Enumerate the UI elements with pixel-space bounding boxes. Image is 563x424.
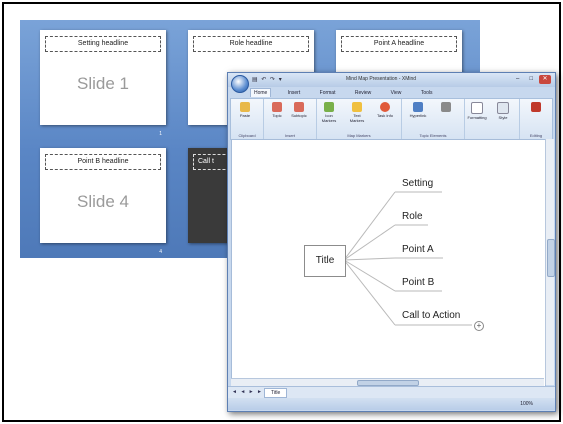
text-marker-icon xyxy=(352,102,362,112)
slide-headline: Point B headline xyxy=(45,154,161,170)
horizontal-scrollbar[interactable] xyxy=(231,378,544,386)
topic-role[interactable]: Role xyxy=(402,211,423,222)
formatting-button[interactable]: Formatting xyxy=(467,102,487,120)
group-topic-elements: Hyperlink Topic Elements xyxy=(402,99,465,139)
title-bar: ▤ ↶ ↷ ▾ Mind Map Presentation - XMind – … xyxy=(228,73,555,87)
icon-markers-label: Icon Markers xyxy=(321,113,337,123)
tab-view[interactable]: View xyxy=(388,89,405,97)
window-controls: – □ ✕ xyxy=(512,75,551,84)
application-menu-button[interactable] xyxy=(231,75,249,93)
topic-icon xyxy=(272,102,282,112)
style-label: Style xyxy=(498,115,508,120)
tab-review[interactable]: Review xyxy=(352,89,374,97)
topic-point-a[interactable]: Point A xyxy=(402,244,434,255)
hyperlink-label: Hyperlink xyxy=(409,113,427,118)
group-label: Editing xyxy=(529,133,543,138)
scroll-thumb[interactable] xyxy=(547,239,555,277)
topic-label: Topic xyxy=(272,113,282,118)
tab-home[interactable]: Home xyxy=(250,88,272,97)
subtopic-button[interactable]: Subtopic xyxy=(289,102,309,118)
slide-thumbnail-4[interactable]: Point B headline Slide 4 4 xyxy=(40,148,166,255)
slide-headline: Role headline xyxy=(193,36,309,52)
sheet-tab-title[interactable]: Title xyxy=(264,388,288,398)
ribbon-tabs: Home Insert Format Review View Tools xyxy=(250,88,448,98)
task-info-button[interactable]: Task Info xyxy=(375,102,395,118)
quick-access-toolbar[interactable]: ▤ ↶ ↷ ▾ xyxy=(252,76,283,83)
slide-number: 1 xyxy=(159,131,162,137)
formatting-label: Formatting xyxy=(467,115,487,120)
formatting-icon xyxy=(471,102,483,114)
tab-tools[interactable]: Tools xyxy=(418,89,436,97)
group-label: Topic Elements xyxy=(419,133,447,138)
text-markers-button[interactable]: Text Markers xyxy=(347,102,367,123)
subtopic-icon xyxy=(294,102,304,112)
clipboard-icon xyxy=(240,102,250,112)
subtopic-label: Subtopic xyxy=(291,113,307,118)
zoom-level[interactable]: 100% xyxy=(520,401,533,407)
slide-placeholder-label: Slide 4 xyxy=(77,192,129,211)
expand-icon[interactable]: + xyxy=(474,321,484,331)
style-icon xyxy=(497,102,509,114)
ribbon: Paste Clipboard Topic Subtopic Insert Ic… xyxy=(230,98,553,140)
connector-role xyxy=(343,224,396,261)
style-button[interactable]: Style xyxy=(493,102,513,120)
minimize-button[interactable]: – xyxy=(512,75,524,84)
tab-format[interactable]: Format xyxy=(317,89,339,97)
close-button[interactable]: ✕ xyxy=(539,75,551,84)
slide-number: 4 xyxy=(159,249,162,255)
group-map-markers: Icon Markers Text Markers Task Info Map … xyxy=(317,99,402,139)
tab-insert[interactable]: Insert xyxy=(285,89,304,97)
sheet-nav-arrows[interactable]: ◄ ◄ ► ► xyxy=(232,389,263,395)
central-topic[interactable]: Title xyxy=(304,245,346,277)
group-insert: Topic Subtopic Insert xyxy=(264,99,317,139)
status-bar: 100% xyxy=(228,398,555,410)
window-title: Mind Map Presentation - XMind xyxy=(346,76,417,82)
group-label: Map Markers xyxy=(347,133,371,138)
vertical-scrollbar[interactable] xyxy=(545,139,555,385)
find-button[interactable] xyxy=(526,102,546,113)
mindmap-window: ▤ ↶ ↷ ▾ Mind Map Presentation - XMind – … xyxy=(227,72,556,412)
task-info-label: Task Info xyxy=(376,113,393,118)
connector-point-a xyxy=(343,257,396,261)
slide-thumbnail-1[interactable]: Setting headline Slide 1 1 xyxy=(40,30,166,137)
connector-lines xyxy=(343,191,472,326)
icon-markers-button[interactable]: Icon Markers xyxy=(319,102,339,123)
group-label: Insert xyxy=(284,133,295,138)
connector-setting xyxy=(343,191,396,261)
pencil-icon xyxy=(441,102,451,112)
delete-icon xyxy=(531,102,541,112)
slide-headline: Point A headline xyxy=(341,36,457,52)
slide-placeholder-label: Slide 1 xyxy=(77,74,129,93)
sheet-bar: ◄ ◄ ► ► Title xyxy=(228,386,555,398)
maximize-button[interactable]: □ xyxy=(525,75,537,84)
hyperlink-button[interactable]: Hyperlink xyxy=(408,102,428,118)
attachment-button[interactable] xyxy=(436,102,456,113)
flag-icon xyxy=(324,102,334,112)
topic-call-to-action[interactable]: Call to Action xyxy=(402,310,460,321)
topic-button[interactable]: Topic xyxy=(267,102,287,118)
mindmap-canvas[interactable]: Title Setting Role Point A Point B Call … xyxy=(231,139,546,387)
connector-point-b xyxy=(343,259,396,292)
text-markers-label: Text Markers xyxy=(349,113,365,123)
group-editing: Editing xyxy=(520,99,552,139)
slide-headline: Setting headline xyxy=(45,36,161,52)
clock-icon xyxy=(380,102,390,112)
topic-setting[interactable]: Setting xyxy=(402,178,433,189)
group-clipboard: Paste Clipboard xyxy=(231,99,264,139)
paste-label: Paste xyxy=(239,113,251,118)
group-format: Formatting Style xyxy=(465,99,520,139)
connector-call-to-action xyxy=(343,259,396,326)
paste-button[interactable]: Paste xyxy=(235,102,255,118)
screenshot-frame: Setting headline Slide 1 1 Role headline… xyxy=(2,2,561,422)
topic-point-b[interactable]: Point B xyxy=(402,277,434,288)
link-icon xyxy=(413,102,423,112)
group-label: Clipboard xyxy=(238,133,256,138)
